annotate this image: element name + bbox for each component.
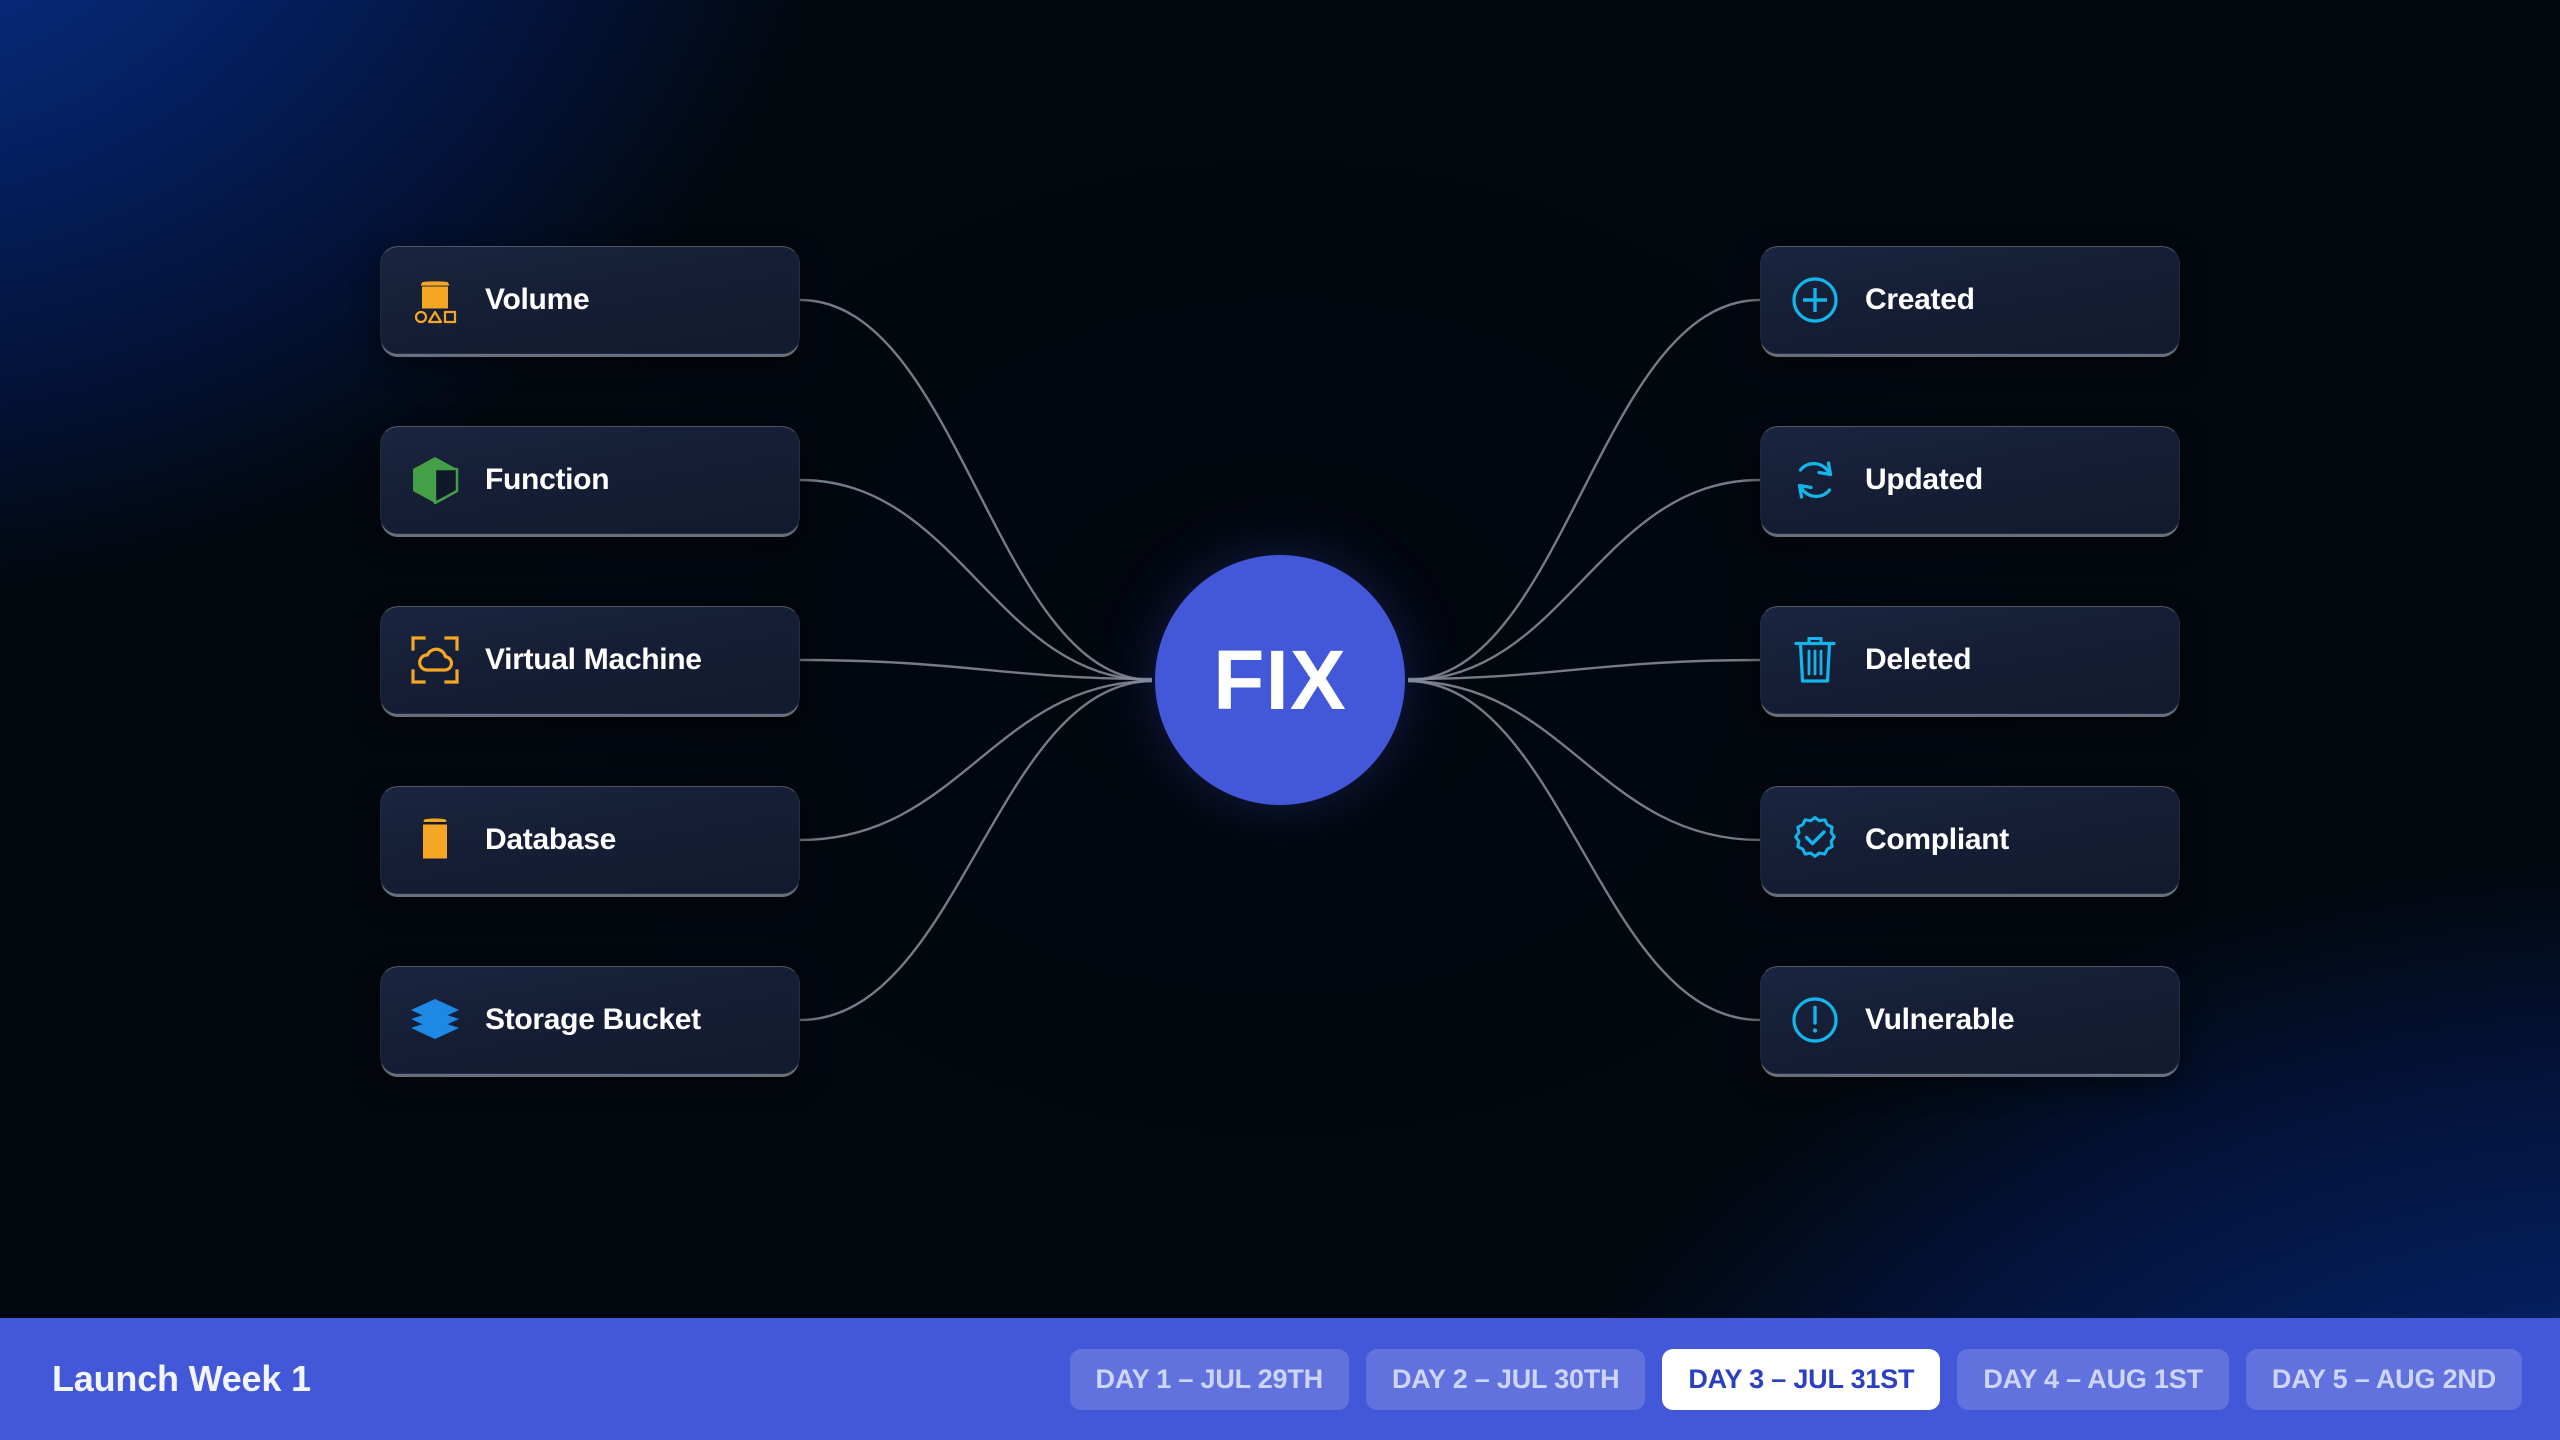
launch-week-footer: Launch Week 1 DAY 1 – JUL 29TH DAY 2 – J…	[0, 1318, 2560, 1440]
resource-card-function[interactable]: Function	[380, 426, 800, 534]
day-tab-5[interactable]: DAY 5 – AUG 2ND	[2245, 1348, 2522, 1410]
virtual-machine-icon	[407, 632, 463, 688]
day-tabs: DAY 1 – JUL 29TH DAY 2 – JUL 30TH DAY 3 …	[1069, 1348, 2522, 1410]
resource-card-label: Database	[485, 823, 617, 856]
day-tab-2[interactable]: DAY 2 – JUL 30TH	[1365, 1348, 1646, 1410]
event-card-updated[interactable]: Updated	[1760, 426, 2180, 534]
volume-icon	[407, 272, 463, 328]
resource-card-label: Volume	[485, 283, 590, 316]
plus-circle-icon	[1787, 272, 1843, 328]
event-card-compliant[interactable]: Compliant	[1760, 786, 2180, 894]
resource-card-virtual-machine[interactable]: Virtual Machine	[380, 606, 800, 714]
resource-card-volume[interactable]: Volume	[380, 246, 800, 354]
day-tab-1[interactable]: DAY 1 – JUL 29TH	[1069, 1348, 1349, 1410]
function-cube-icon	[407, 452, 463, 508]
event-card-label: Created	[1865, 283, 1975, 316]
event-card-deleted[interactable]: Deleted	[1760, 606, 2180, 714]
event-card-vulnerable[interactable]: Vulnerable	[1760, 966, 2180, 1074]
day-tab-4[interactable]: DAY 4 – AUG 1ST	[1957, 1348, 2229, 1410]
hub-fix-node: FIX	[1155, 555, 1405, 805]
event-card-label: Deleted	[1865, 643, 1972, 676]
trash-icon	[1787, 632, 1843, 688]
resource-card-label: Virtual Machine	[485, 643, 702, 676]
alert-circle-icon	[1787, 992, 1843, 1048]
event-card-created[interactable]: Created	[1760, 246, 2180, 354]
storage-layers-icon	[407, 992, 463, 1048]
day-tab-3[interactable]: DAY 3 – JUL 31ST	[1662, 1348, 1941, 1410]
database-icon	[407, 812, 463, 868]
footer-title: Launch Week 1	[52, 1358, 311, 1399]
resource-card-label: Function	[485, 463, 610, 496]
resource-card-storage-bucket[interactable]: Storage Bucket	[380, 966, 800, 1074]
resource-card-database[interactable]: Database	[380, 786, 800, 894]
event-card-label: Updated	[1865, 463, 1983, 496]
badge-check-icon	[1787, 812, 1843, 868]
resource-card-label: Storage Bucket	[485, 1003, 701, 1036]
event-card-label: Compliant	[1865, 823, 2009, 856]
hub-label: FIX	[1213, 633, 1347, 727]
diagram-canvas: Volume Function Virtual Machine Database…	[0, 0, 2560, 1440]
refresh-icon	[1787, 452, 1843, 508]
event-card-label: Vulnerable	[1865, 1003, 2015, 1036]
